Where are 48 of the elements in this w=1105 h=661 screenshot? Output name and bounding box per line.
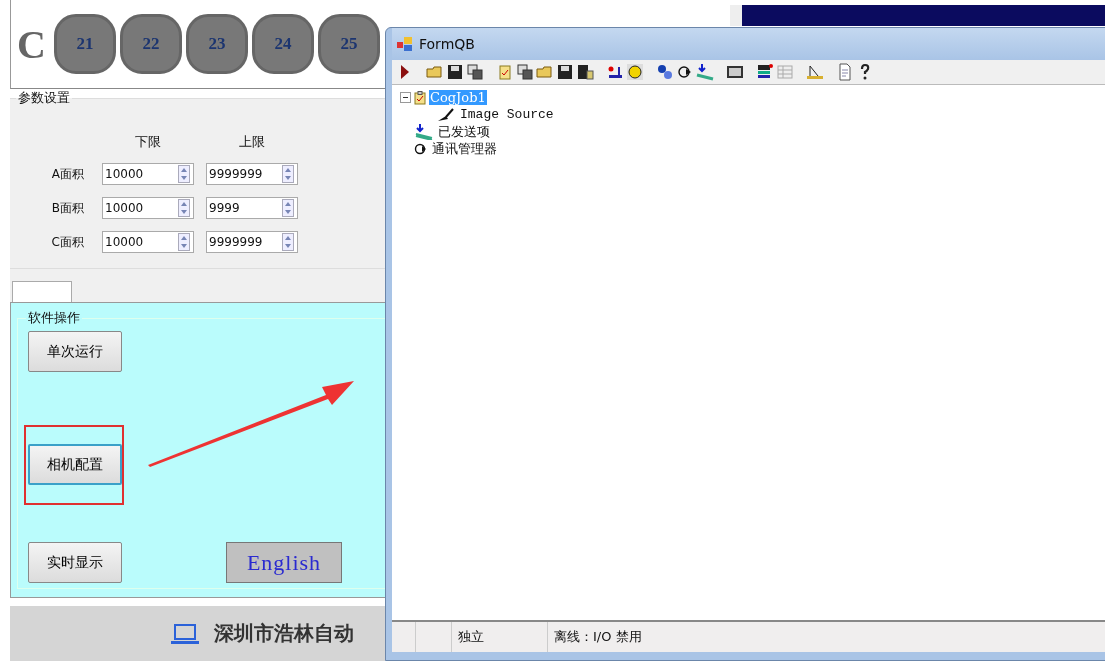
tree-item[interactable]: Image Source xyxy=(459,107,555,122)
clipboard-icon xyxy=(414,90,426,105)
refresh-icon xyxy=(414,141,428,156)
number-field[interactable]: 9999999 xyxy=(206,163,298,185)
row-label: A面积 xyxy=(50,165,85,183)
channel-letter: C xyxy=(17,20,46,68)
action-button[interactable]: 单次运行 xyxy=(28,331,122,372)
spinner-icon[interactable] xyxy=(178,199,190,217)
ruler-icon[interactable] xyxy=(806,63,824,81)
number-field[interactable]: 10000 xyxy=(102,231,194,253)
action-button[interactable]: 相机配置 xyxy=(28,444,122,485)
circle-icon[interactable] xyxy=(626,63,644,81)
column-header: 下限 xyxy=(134,133,162,151)
collapse-toggle[interactable] xyxy=(400,92,411,103)
clipboard-icon[interactable] xyxy=(496,63,514,81)
status-cell: 独立 xyxy=(452,622,548,652)
brush-icon xyxy=(436,106,456,123)
window-title: FormQB xyxy=(419,36,475,52)
save-icon[interactable] xyxy=(556,63,574,81)
spinner-icon[interactable] xyxy=(178,233,190,251)
download-icon[interactable] xyxy=(696,63,714,81)
tree-item[interactable]: 已发送项 xyxy=(437,122,491,141)
copy-icon[interactable] xyxy=(466,63,484,81)
tab[interactable] xyxy=(12,281,72,303)
column-header: 上限 xyxy=(238,133,266,151)
language-button[interactable]: English xyxy=(226,542,342,583)
number-field[interactable]: 10000 xyxy=(102,197,194,219)
spinner-icon[interactable] xyxy=(282,233,294,251)
number-field[interactable]: 9999 xyxy=(206,197,298,219)
download-icon xyxy=(414,123,434,140)
group-title: 参数设置 xyxy=(17,89,71,107)
row-label: C面积 xyxy=(50,233,85,251)
status-cell-text: 离线：I/O 禁用 xyxy=(553,628,643,646)
company-name: 深圳市浩林自动 xyxy=(214,620,354,647)
action-button[interactable]: 实时显示 xyxy=(28,542,122,583)
spinner-icon[interactable] xyxy=(282,199,294,217)
grid-icon[interactable] xyxy=(756,63,774,81)
spinner-icon[interactable] xyxy=(178,165,190,183)
tree-item[interactable]: 通讯管理器 xyxy=(431,139,498,158)
group-title: 软件操作 xyxy=(27,309,81,327)
save-icon[interactable] xyxy=(446,63,464,81)
number-field[interactable]: 10000 xyxy=(102,163,194,185)
app-icon xyxy=(396,36,414,52)
number-field[interactable]: 9999999 xyxy=(206,231,298,253)
spinner-icon[interactable] xyxy=(282,165,294,183)
row-label: B面积 xyxy=(50,199,85,217)
save-icon[interactable] xyxy=(576,63,594,81)
laptop-icon xyxy=(170,622,200,645)
